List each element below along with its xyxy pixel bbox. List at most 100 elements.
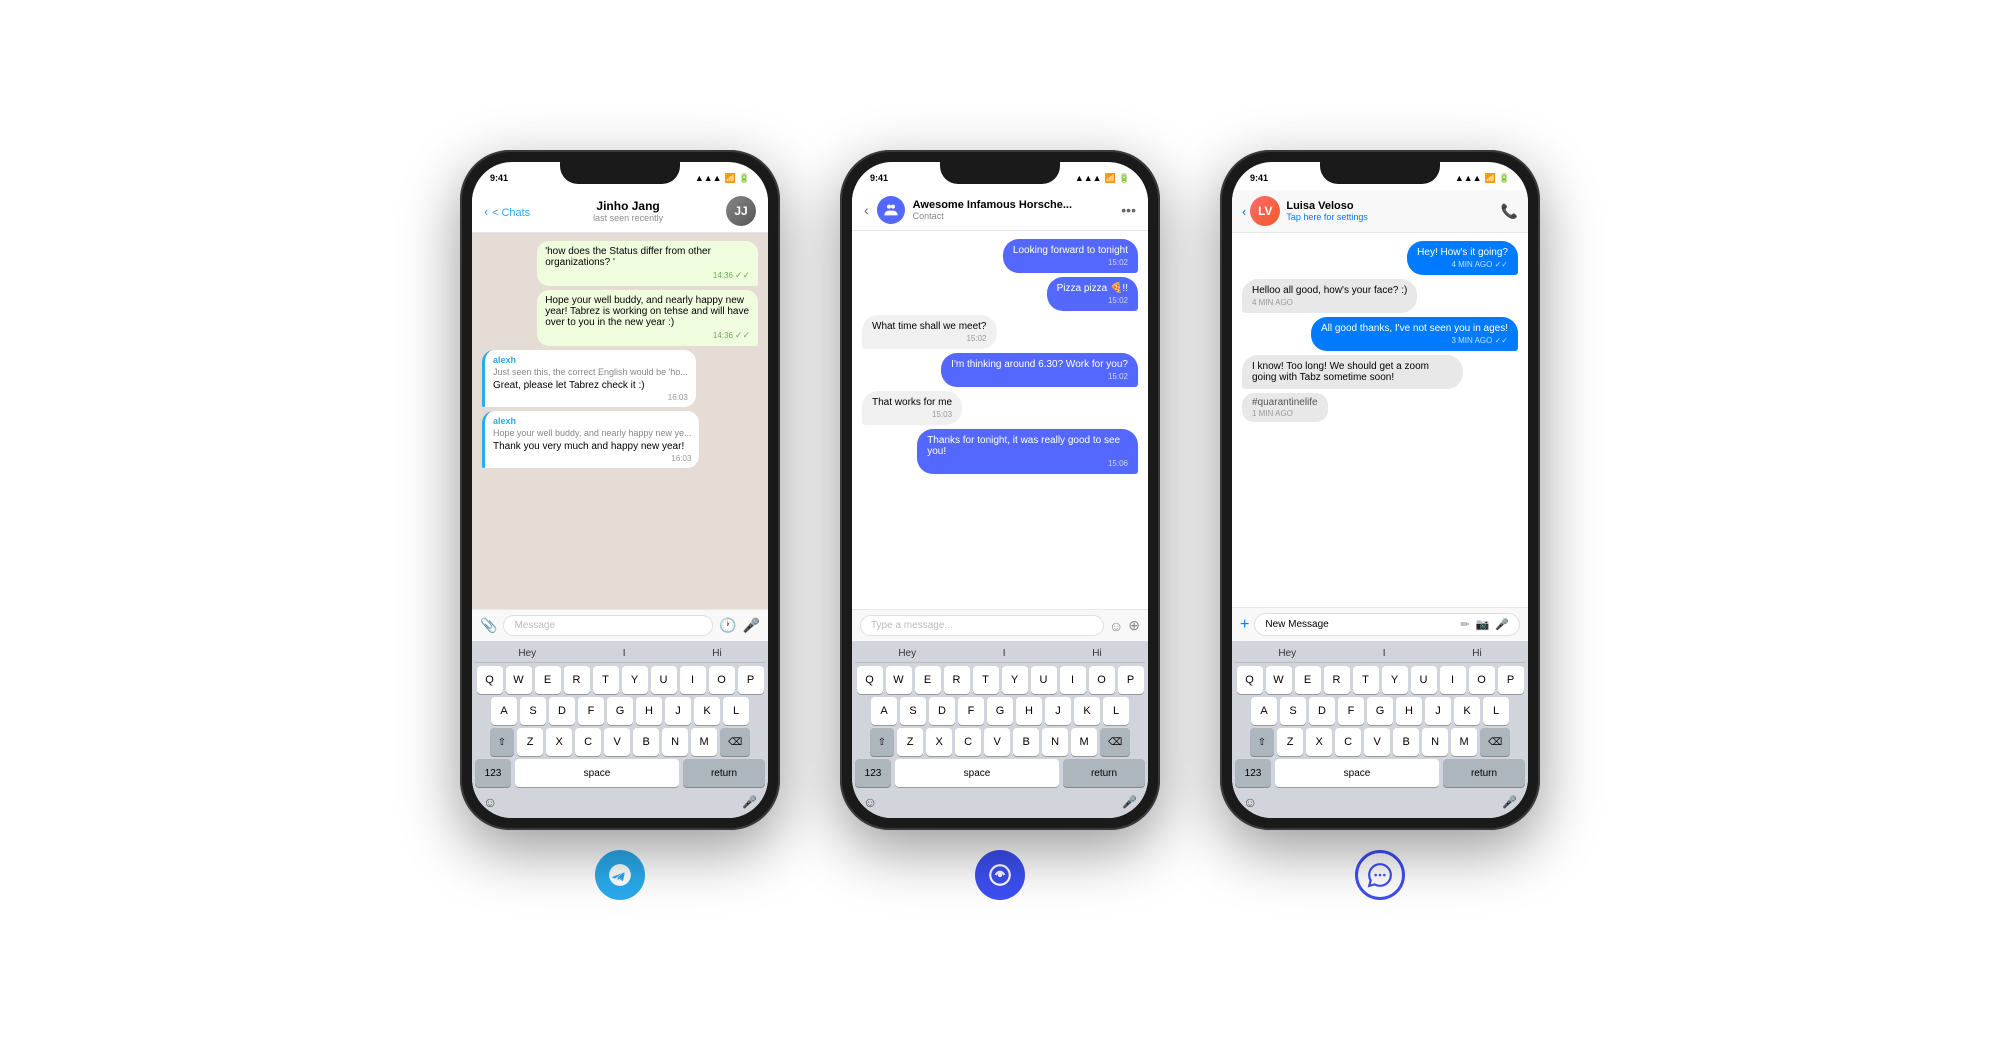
key-c-3[interactable]: C bbox=[1335, 728, 1361, 756]
key-b-3[interactable]: B bbox=[1393, 728, 1419, 756]
key-s-2[interactable]: S bbox=[900, 697, 926, 725]
key-x-2[interactable]: X bbox=[926, 728, 952, 756]
handwriting-icon-3[interactable]: ✏ bbox=[1460, 618, 1469, 631]
key-space-2[interactable]: space bbox=[895, 759, 1059, 787]
key-h-3[interactable]: H bbox=[1396, 697, 1422, 725]
key-f-2[interactable]: F bbox=[958, 697, 984, 725]
contact-info-2[interactable]: Awesome Infamous Horsche... Contact bbox=[913, 199, 1114, 221]
key-i-2[interactable]: I bbox=[1060, 666, 1086, 694]
phone-call-icon-3[interactable]: 📞 bbox=[1501, 203, 1518, 220]
key-d-1[interactable]: D bbox=[549, 697, 575, 725]
key-q-1[interactable]: Q bbox=[477, 666, 503, 694]
key-y-3[interactable]: Y bbox=[1382, 666, 1408, 694]
key-space-3[interactable]: space bbox=[1275, 759, 1439, 787]
key-i-1[interactable]: I bbox=[680, 666, 706, 694]
key-u-1[interactable]: U bbox=[651, 666, 677, 694]
back-button-3[interactable]: ‹ bbox=[1242, 204, 1246, 219]
key-o-2[interactable]: O bbox=[1089, 666, 1115, 694]
key-v-2[interactable]: V bbox=[984, 728, 1010, 756]
key-return-3[interactable]: return bbox=[1443, 759, 1525, 787]
key-u-2[interactable]: U bbox=[1031, 666, 1057, 694]
suggestion-hi-1[interactable]: Hi bbox=[712, 648, 721, 659]
key-j-2[interactable]: J bbox=[1045, 697, 1071, 725]
suggestion-i-3[interactable]: I bbox=[1383, 648, 1386, 659]
mic-icon-kb-2[interactable]: 🎤 bbox=[1122, 795, 1137, 809]
key-z-1[interactable]: Z bbox=[517, 728, 543, 756]
key-y-1[interactable]: Y bbox=[622, 666, 648, 694]
key-return-2[interactable]: return bbox=[1063, 759, 1145, 787]
key-l-3[interactable]: L bbox=[1483, 697, 1509, 725]
suggestion-i-1[interactable]: I bbox=[623, 648, 626, 659]
avatar-1[interactable]: JJ bbox=[726, 196, 756, 226]
key-o-3[interactable]: O bbox=[1469, 666, 1495, 694]
key-j-1[interactable]: J bbox=[665, 697, 691, 725]
key-p-1[interactable]: P bbox=[738, 666, 764, 694]
key-z-3[interactable]: Z bbox=[1277, 728, 1303, 756]
key-d-2[interactable]: D bbox=[929, 697, 955, 725]
key-e-3[interactable]: E bbox=[1295, 666, 1321, 694]
key-j-3[interactable]: J bbox=[1425, 697, 1451, 725]
key-p-3[interactable]: P bbox=[1498, 666, 1524, 694]
key-n-3[interactable]: N bbox=[1422, 728, 1448, 756]
key-k-3[interactable]: K bbox=[1454, 697, 1480, 725]
key-d-3[interactable]: D bbox=[1309, 697, 1335, 725]
key-shift-1[interactable]: ⇧ bbox=[490, 728, 514, 756]
key-t-1[interactable]: T bbox=[593, 666, 619, 694]
key-g-1[interactable]: G bbox=[607, 697, 633, 725]
key-e-1[interactable]: E bbox=[535, 666, 561, 694]
key-k-2[interactable]: K bbox=[1074, 697, 1100, 725]
mic-icon-1[interactable]: 🎤 bbox=[743, 617, 760, 634]
key-v-3[interactable]: V bbox=[1364, 728, 1390, 756]
key-q-3[interactable]: Q bbox=[1237, 666, 1263, 694]
key-k-1[interactable]: K bbox=[694, 697, 720, 725]
contact-info-3[interactable]: Luisa Veloso Tap here for settings bbox=[1286, 200, 1500, 222]
camera-icon-3[interactable]: 📷 bbox=[1476, 618, 1490, 631]
key-123-2[interactable]: 123 bbox=[855, 759, 891, 787]
key-l-1[interactable]: L bbox=[723, 697, 749, 725]
key-n-2[interactable]: N bbox=[1042, 728, 1068, 756]
emoji-icon-1[interactable]: ☺ bbox=[483, 794, 497, 810]
avatar-3[interactable]: LV bbox=[1250, 196, 1280, 226]
message-input-1[interactable]: Message bbox=[503, 615, 713, 636]
key-space-1[interactable]: space bbox=[515, 759, 679, 787]
message-input-2[interactable]: Type a message... bbox=[860, 615, 1104, 636]
suggestion-hey-3[interactable]: Hey bbox=[1278, 648, 1296, 659]
key-s-3[interactable]: S bbox=[1280, 697, 1306, 725]
plus-icon-2[interactable]: ⊕ bbox=[1128, 617, 1140, 634]
key-return-1[interactable]: return bbox=[683, 759, 765, 787]
key-w-3[interactable]: W bbox=[1266, 666, 1292, 694]
key-shift-3[interactable]: ⇧ bbox=[1250, 728, 1274, 756]
key-a-1[interactable]: A bbox=[491, 697, 517, 725]
plus-button-3[interactable]: + bbox=[1240, 616, 1249, 634]
key-f-3[interactable]: F bbox=[1338, 697, 1364, 725]
key-delete-1[interactable]: ⌫ bbox=[720, 728, 750, 756]
key-h-1[interactable]: H bbox=[636, 697, 662, 725]
key-r-2[interactable]: R bbox=[944, 666, 970, 694]
suggestion-i-2[interactable]: I bbox=[1003, 648, 1006, 659]
key-y-2[interactable]: Y bbox=[1002, 666, 1028, 694]
suggestion-hey-1[interactable]: Hey bbox=[518, 648, 536, 659]
emoji-icon-kb-2[interactable]: ☺ bbox=[863, 794, 877, 810]
key-x-1[interactable]: X bbox=[546, 728, 572, 756]
mic-icon-kb-3[interactable]: 🎤 bbox=[1502, 795, 1517, 809]
back-button-1[interactable]: ‹ < Chats bbox=[484, 204, 530, 219]
key-p-2[interactable]: P bbox=[1118, 666, 1144, 694]
key-f-1[interactable]: F bbox=[578, 697, 604, 725]
key-m-1[interactable]: M bbox=[691, 728, 717, 756]
key-o-1[interactable]: O bbox=[709, 666, 735, 694]
back-button-2[interactable]: ‹ bbox=[864, 202, 869, 218]
suggestion-hi-3[interactable]: Hi bbox=[1472, 648, 1481, 659]
key-i-3[interactable]: I bbox=[1440, 666, 1466, 694]
mic-icon-kb-1[interactable]: 🎤 bbox=[742, 795, 757, 809]
key-shift-2[interactable]: ⇧ bbox=[870, 728, 894, 756]
message-input-3[interactable]: New Message ✏ 📷 🎤 bbox=[1254, 613, 1520, 636]
key-w-2[interactable]: W bbox=[886, 666, 912, 694]
key-t-2[interactable]: T bbox=[973, 666, 999, 694]
contact-info-1[interactable]: Jinho Jang last seen recently bbox=[538, 199, 718, 223]
key-e-2[interactable]: E bbox=[915, 666, 941, 694]
emoji-icon-2[interactable]: ☺ bbox=[1109, 618, 1123, 634]
more-button-2[interactable]: ••• bbox=[1121, 202, 1136, 218]
key-z-2[interactable]: Z bbox=[897, 728, 923, 756]
key-n-1[interactable]: N bbox=[662, 728, 688, 756]
key-delete-3[interactable]: ⌫ bbox=[1480, 728, 1510, 756]
